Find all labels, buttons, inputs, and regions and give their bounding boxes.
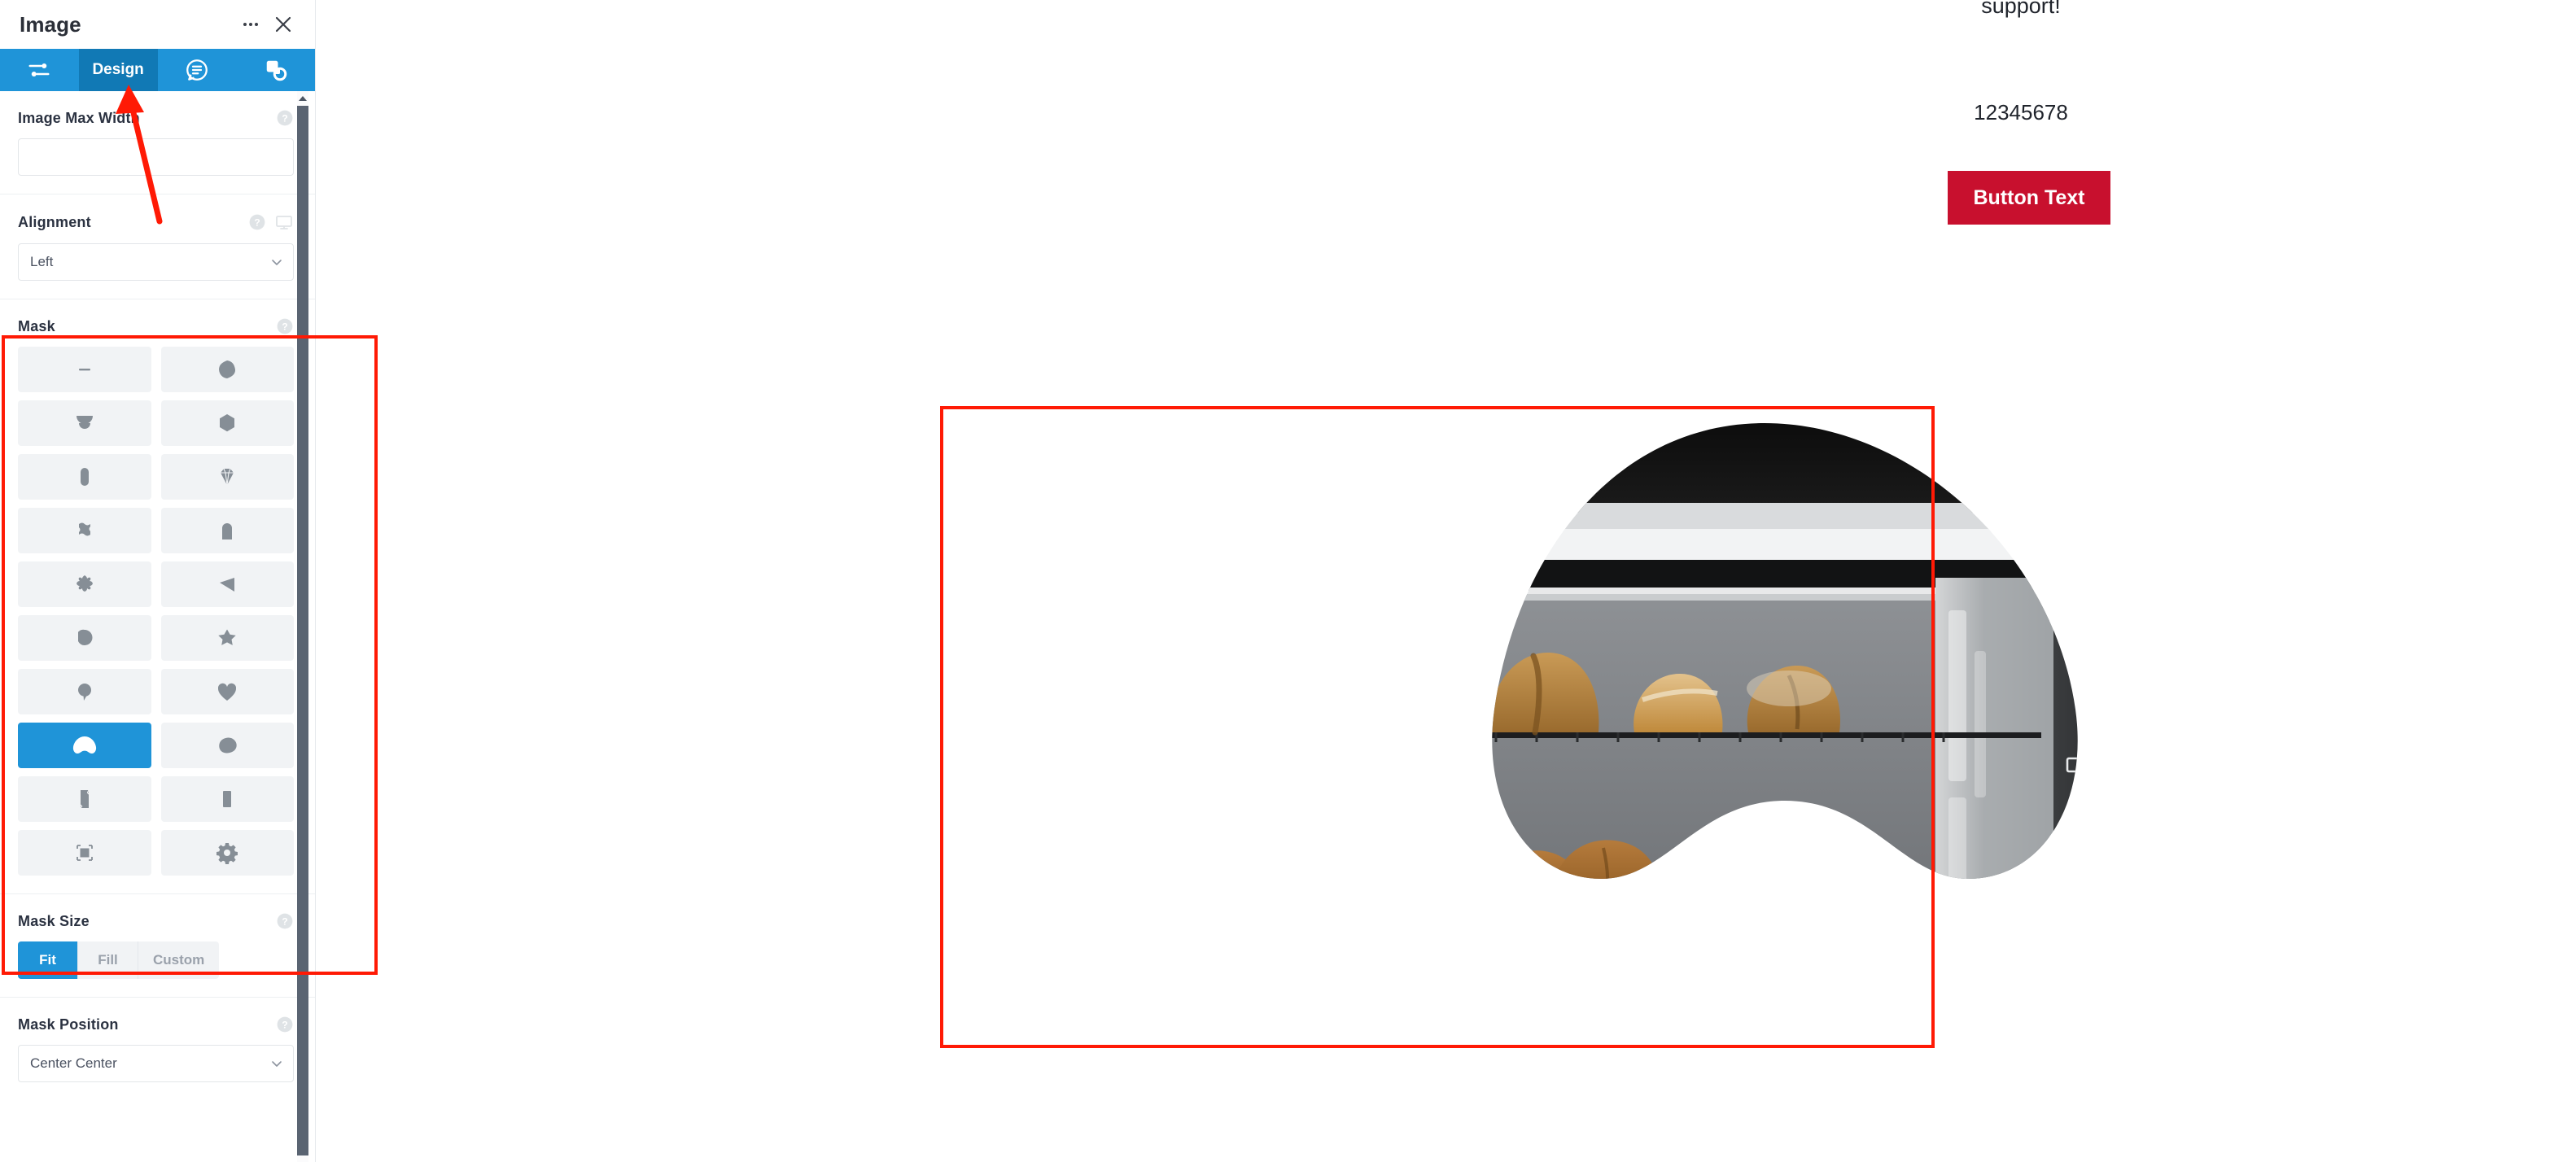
tab-layers[interactable] — [236, 49, 315, 91]
canvas-support-text: support! — [1981, 0, 2061, 18]
tab-advanced[interactable] — [158, 49, 237, 91]
chevron-down-icon — [270, 1057, 283, 1070]
mask-size-segmented: Fit Fill Custom — [18, 941, 220, 979]
panel-tabs: Design — [0, 49, 315, 91]
mask-position-value: Center Center — [30, 1055, 117, 1071]
mask-size-option-fit[interactable]: Fit — [18, 941, 78, 979]
image-max-width-input[interactable] — [18, 138, 294, 176]
section-image-max-width: Image Max Width ? — [0, 91, 315, 194]
mask-size-label: Mask Size — [18, 912, 90, 929]
svg-text:?: ? — [282, 1019, 287, 1030]
mask-option-diamond[interactable] — [160, 454, 294, 500]
section-mask-size: Mask Size ? Fit Fill Custom — [0, 894, 315, 998]
tab-design[interactable]: Design — [78, 49, 158, 91]
canvas-number-text: 12345678 — [1974, 100, 2068, 124]
mask-option-wavy-square[interactable] — [18, 508, 151, 553]
mask-option-teardrop[interactable] — [18, 615, 151, 661]
mask-option-star[interactable] — [160, 615, 294, 661]
alignment-label: Alignment — [18, 213, 91, 230]
svg-text:10: 10 — [2087, 835, 2095, 843]
mask-option-flower[interactable] — [18, 561, 151, 607]
mask-option-none[interactable] — [18, 347, 151, 392]
panel-scroll-body: Image Max Width ? Alignment ? Left Mask … — [0, 91, 315, 1162]
mask-position-label: Mask Position — [18, 1016, 119, 1033]
svg-text:0: 0 — [2082, 867, 2086, 876]
canvas-cta-button[interactable]: Button Text — [1948, 171, 2110, 225]
mask-option-torn-paper[interactable] — [18, 776, 151, 822]
mask-option-balloon[interactable] — [18, 669, 151, 714]
scroll-up-arrow-icon[interactable] — [299, 96, 307, 101]
svg-text:?: ? — [282, 915, 287, 927]
panel-header: Image — [0, 0, 315, 49]
mask-option-rectangle[interactable] — [160, 776, 294, 822]
svg-text:?: ? — [254, 216, 260, 228]
monitor-icon[interactable] — [274, 212, 294, 232]
image-max-width-label: Image Max Width — [18, 109, 140, 126]
svg-text:?: ? — [282, 321, 287, 332]
tab-design-label: Design — [92, 61, 144, 78]
page-canvas: support! 12345678 Button Text 10 20 0 — [316, 0, 2576, 1162]
question-mark-icon[interactable]: ? — [276, 912, 294, 930]
svg-text:20: 20 — [2093, 817, 2101, 825]
alignment-value: Left — [30, 254, 54, 269]
question-mark-icon[interactable]: ? — [276, 1016, 294, 1033]
question-mark-icon[interactable]: ? — [276, 109, 294, 127]
section-mask: Mask ? — [0, 299, 315, 894]
mask-size-option-custom[interactable]: Custom — [138, 941, 219, 979]
svg-text:?: ? — [282, 112, 287, 124]
question-mark-icon[interactable]: ? — [276, 317, 294, 335]
page-title: Image — [20, 11, 81, 37]
ellipsis-icon[interactable] — [237, 11, 265, 38]
close-icon[interactable] — [269, 11, 297, 38]
alignment-select[interactable]: Left — [18, 243, 294, 281]
mask-option-double-bowl[interactable] — [18, 400, 151, 446]
question-mark-icon[interactable]: ? — [248, 213, 266, 231]
masked-oven-image: 10 20 0 — [1492, 423, 2101, 879]
tab-content[interactable] — [0, 49, 79, 91]
mask-option-triangle[interactable] — [160, 561, 294, 607]
canvas-masked-image[interactable]: 10 20 0 — [1366, 407, 2163, 1025]
mask-position-select[interactable]: Center Center — [18, 1045, 294, 1082]
section-alignment: Alignment ? Left — [0, 194, 315, 299]
panel-scrollbar-track[interactable] — [297, 91, 308, 1162]
mask-option-blob-leaf[interactable] — [18, 723, 151, 768]
chevron-down-icon — [270, 256, 283, 269]
mask-size-option-fill[interactable]: Fill — [78, 941, 138, 979]
mask-option-blob-round[interactable] — [160, 347, 294, 392]
mask-option-crop-frame[interactable] — [18, 830, 151, 876]
mask-option-pill[interactable] — [18, 454, 151, 500]
panel-scrollbar-thumb[interactable] — [297, 106, 308, 1155]
image-settings-panel: Image Design Image Max Width ? Alignment… — [0, 0, 316, 1162]
mask-option-hexagon[interactable] — [160, 400, 294, 446]
app-root: Image Design Image Max Width ? Alignment… — [0, 0, 2576, 1162]
mask-label: Mask — [18, 317, 55, 334]
mask-option-gear[interactable] — [160, 830, 294, 876]
mask-option-heart[interactable] — [160, 669, 294, 714]
mask-options-grid — [18, 347, 294, 876]
section-mask-position: Mask Position ? Center Center — [0, 998, 315, 1100]
mask-option-pebble[interactable] — [160, 723, 294, 768]
mask-option-arch[interactable] — [160, 508, 294, 553]
